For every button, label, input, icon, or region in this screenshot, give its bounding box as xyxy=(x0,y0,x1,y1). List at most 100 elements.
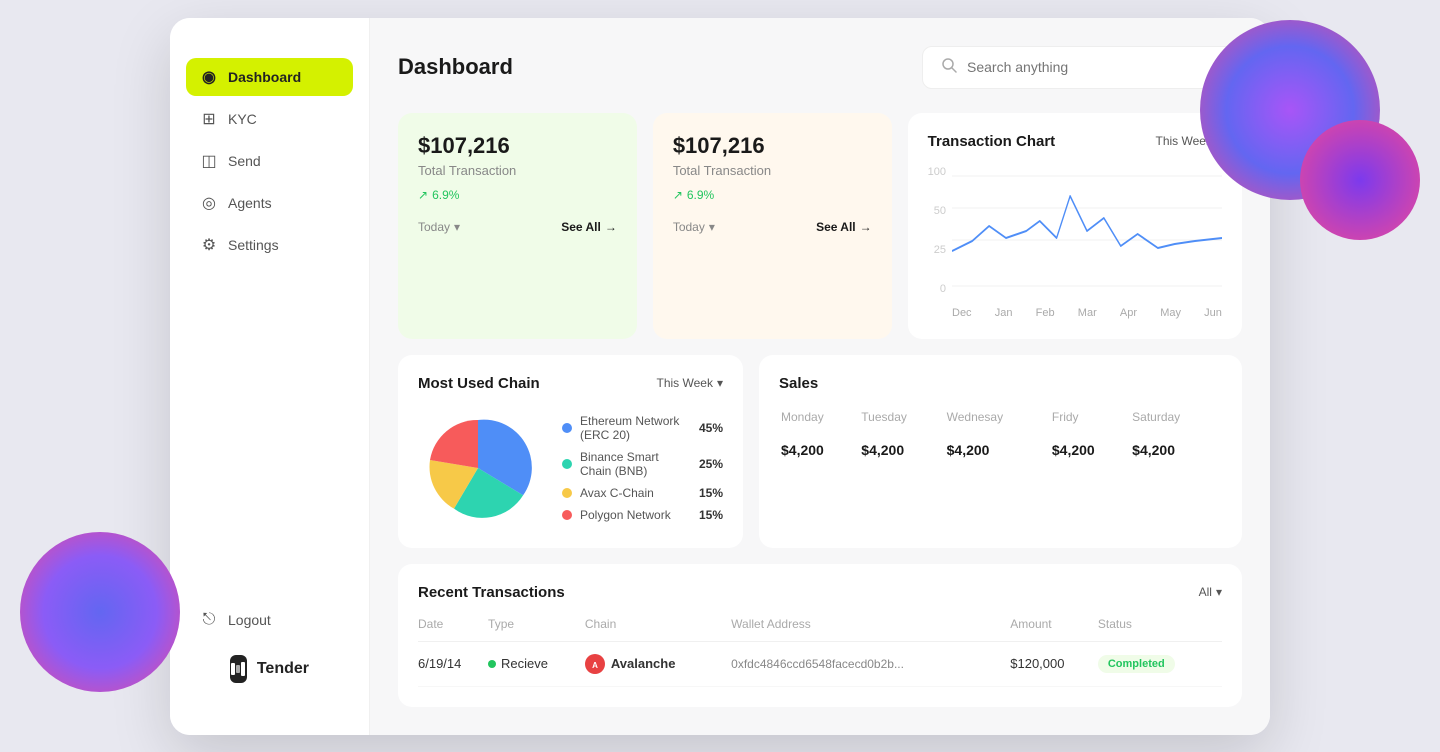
pie-chart xyxy=(418,408,538,528)
stat-amount-orange: $107,216 xyxy=(673,133,872,159)
legend-dot xyxy=(562,459,572,469)
search-input[interactable] xyxy=(967,59,1223,75)
chain-legend: Ethereum Network (ERC 20) 45% Binance Sm… xyxy=(562,414,723,522)
all-filter[interactable]: All ▾ xyxy=(1199,585,1222,599)
cards-row: $107,216 Total Transaction ↗ 6.9% Today … xyxy=(398,113,1242,339)
legend-item: Ethereum Network (ERC 20) 45% xyxy=(562,414,723,442)
chain-period-selector[interactable]: This Week ▾ xyxy=(657,376,724,390)
period-orange[interactable]: Today ▾ xyxy=(673,220,715,234)
sales-col-value: $4,200 xyxy=(1132,436,1220,458)
legend-pct: 25% xyxy=(699,457,723,471)
legend-item: Avax C-Chain 15% xyxy=(562,486,723,500)
middle-row: Most Used Chain This Week ▾ xyxy=(398,355,1242,548)
svg-text:A: A xyxy=(592,661,598,670)
txn-col-header: Type xyxy=(488,617,585,642)
chevron-down-icon: ▾ xyxy=(1216,585,1222,599)
sales-col-header: Saturday xyxy=(1132,410,1220,434)
see-all-green[interactable]: See All → xyxy=(561,220,617,234)
sales-col-value: $4,200 xyxy=(781,436,859,458)
sales-col-header: Fridy xyxy=(1052,410,1130,434)
sales-table-header-row: MondayTuesdayWednesayFridySaturday xyxy=(781,410,1220,434)
legend-item: Binance Smart Chain (BNB) 25% xyxy=(562,450,723,478)
logout-icon: ⎋ xyxy=(200,611,218,629)
legend-pct: 45% xyxy=(699,421,723,435)
pie-svg xyxy=(418,408,538,528)
txn-table: DateTypeChainWallet AddressAmountStatus … xyxy=(418,617,1222,687)
sales-col-value: $4,200 xyxy=(947,436,1050,458)
txn-header: Recent Transactions All ▾ xyxy=(418,584,1222,601)
page-title: Dashboard xyxy=(398,54,513,80)
legend-label: Polygon Network xyxy=(580,508,691,522)
see-all-orange[interactable]: See All → xyxy=(816,220,872,234)
stat-badge-green: ↗ 6.9% xyxy=(418,188,459,202)
kyc-icon: ⊞ xyxy=(200,110,218,128)
arrow-right-icon: → xyxy=(860,220,872,234)
sales-table-values-row: $4,200$4,200$4,200$4,200$4,200 xyxy=(781,436,1220,458)
txn-table-body: 6/19/14 Recieve A Avalanche 0xfdc4846ccd… xyxy=(418,641,1222,686)
chart-title: Transaction Chart xyxy=(928,133,1056,150)
chart-row: 100 50 25 0 xyxy=(928,166,1222,319)
sidebar-item-agents[interactable]: ◎ Agents xyxy=(186,184,353,222)
transaction-chart-card: Transaction Chart This Week ▾ 100 50 25 … xyxy=(908,113,1242,339)
chart-svg-container: Dec Jan Feb Mar Apr May Jun xyxy=(952,166,1222,319)
sales-col-value: $4,200 xyxy=(861,436,944,458)
sidebar-item-send[interactable]: ◫ Send xyxy=(186,142,353,180)
txn-col-header: Wallet Address xyxy=(731,617,1010,642)
brand-icon xyxy=(230,655,247,683)
chevron-down-icon: ▾ xyxy=(717,376,723,390)
sales-col-header: Wednesay xyxy=(947,410,1050,434)
brand-name: Tender xyxy=(257,660,309,678)
stat-card-green: $107,216 Total Transaction ↗ 6.9% Today … xyxy=(398,113,637,339)
legend-pct: 15% xyxy=(699,508,723,522)
chain-header: Most Used Chain This Week ▾ xyxy=(418,375,723,392)
legend-item: Polygon Network 15% xyxy=(562,508,723,522)
txn-table-header: DateTypeChainWallet AddressAmountStatus xyxy=(418,617,1222,642)
period-green[interactable]: Today ▾ xyxy=(418,220,460,234)
txn-type: Recieve xyxy=(488,641,585,686)
sidebar-label-agents: Agents xyxy=(228,195,272,211)
legend-label: Avax C-Chain xyxy=(580,486,691,500)
sidebar-label-settings: Settings xyxy=(228,237,279,253)
stat-label-orange: Total Transaction xyxy=(673,163,872,178)
sales-card: Sales MondayTuesdayWednesayFridySaturday… xyxy=(759,355,1242,548)
sidebar-item-kyc[interactable]: ⊞ KYC xyxy=(186,100,353,138)
type-label: Recieve xyxy=(501,656,548,671)
bg-decoration-br xyxy=(1300,120,1420,240)
txn-date: 6/19/14 xyxy=(418,641,488,686)
dashboard-icon: ◉ xyxy=(200,68,218,86)
logout-label: Logout xyxy=(228,612,271,628)
send-icon: ◫ xyxy=(200,152,218,170)
trend-up-icon: ↗ xyxy=(418,188,428,202)
sidebar-label-kyc: KYC xyxy=(228,111,257,127)
txn-col-header: Date xyxy=(418,617,488,642)
stat-card-orange: $107,216 Total Transaction ↗ 6.9% Today … xyxy=(653,113,892,339)
legend-dot xyxy=(562,423,572,433)
app-container: ◉ Dashboard ⊞ KYC ◫ Send ◎ Agents ⚙ Sett… xyxy=(170,18,1270,735)
chart-svg xyxy=(952,166,1222,296)
sidebar-item-settings[interactable]: ⚙ Settings xyxy=(186,226,353,264)
most-used-chain-card: Most Used Chain This Week ▾ xyxy=(398,355,743,548)
chart-period-selector[interactable]: This Week ▾ xyxy=(1155,134,1222,148)
sales-title: Sales xyxy=(779,375,1222,392)
stat-label-green: Total Transaction xyxy=(418,163,617,178)
chevron-down-icon: ▾ xyxy=(1216,134,1222,148)
sidebar-label-dashboard: Dashboard xyxy=(228,69,301,85)
logout-button[interactable]: ⎋ Logout xyxy=(200,601,339,639)
brand: Tender xyxy=(200,639,339,699)
stat-footer-green: Today ▾ See All → xyxy=(418,220,617,234)
txn-title: Recent Transactions xyxy=(418,584,565,601)
stat-footer-orange: Today ▾ See All → xyxy=(673,220,872,234)
sidebar-item-dashboard[interactable]: ◉ Dashboard xyxy=(186,58,353,96)
main-content: Dashboard $107,216 Total Transaction ↗ xyxy=(370,18,1270,735)
chevron-down-icon: ▾ xyxy=(709,220,715,234)
settings-icon: ⚙ xyxy=(200,236,218,254)
txn-status: Completed xyxy=(1098,641,1222,686)
chain-body: Ethereum Network (ERC 20) 45% Binance Sm… xyxy=(418,408,723,528)
sidebar-nav: ◉ Dashboard ⊞ KYC ◫ Send ◎ Agents ⚙ Sett… xyxy=(170,58,369,585)
sales-col-header: Tuesday xyxy=(861,410,944,434)
chart-x-labels: Dec Jan Feb Mar Apr May Jun xyxy=(952,307,1222,319)
search-bar[interactable] xyxy=(922,46,1242,89)
sales-col-header: Monday xyxy=(781,410,859,434)
sales-table: MondayTuesdayWednesayFridySaturday $4,20… xyxy=(779,408,1222,460)
legend-dot xyxy=(562,488,572,498)
